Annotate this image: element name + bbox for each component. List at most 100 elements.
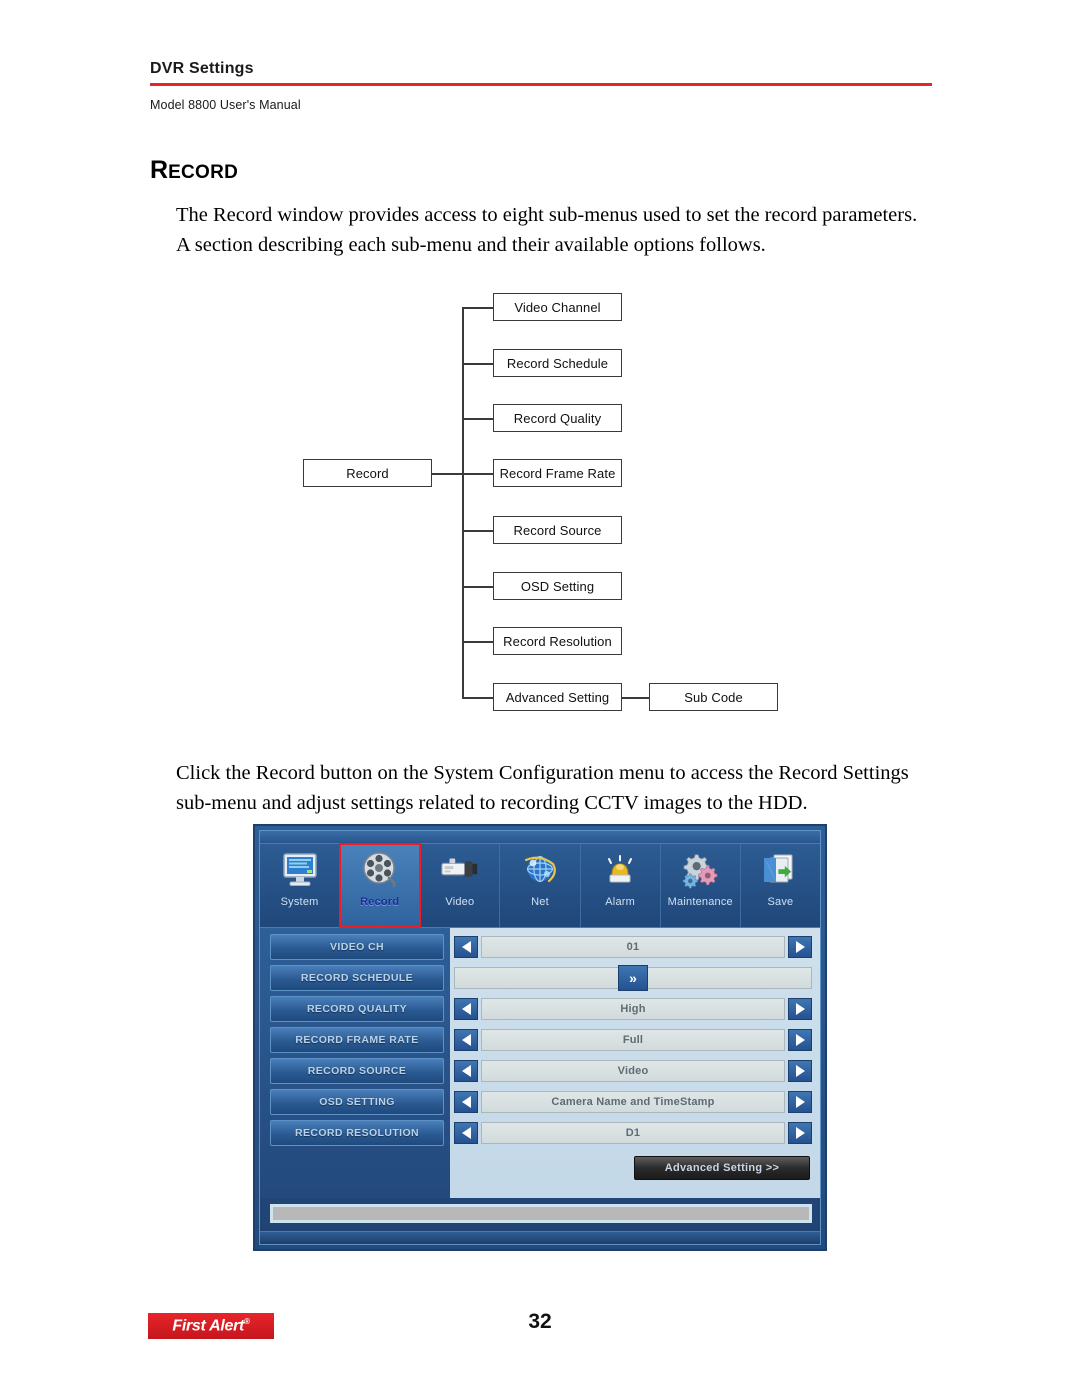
tree-connector-spine: [462, 307, 464, 697]
value-row-record-resolution: D1: [454, 1120, 812, 1146]
intro-line-2: A section describing each sub-menu and t…: [176, 234, 766, 256]
value-osd-setting[interactable]: Camera Name and TimeStamp: [481, 1091, 785, 1113]
dvr-settings-area: VIDEO CH RECORD SCHEDULE RECORD QUALITY …: [260, 928, 820, 1198]
toolbar-item-maintenance[interactable]: Maintenance: [661, 844, 741, 927]
next-arrow-record-quality[interactable]: [788, 998, 812, 1020]
value-row-record-quality: High: [454, 996, 812, 1022]
left-triangle-icon: [461, 1034, 471, 1046]
value-record-frame-rate[interactable]: Full: [481, 1029, 785, 1051]
menu-button-video-ch[interactable]: VIDEO CH: [270, 934, 444, 960]
toolbar-label-system: System: [280, 896, 319, 908]
left-triangle-icon: [461, 1096, 471, 1108]
access-paragraph: Click the Record button on the System Co…: [176, 758, 966, 818]
tree-connector-child-8: [462, 697, 493, 699]
menu-button-record-quality[interactable]: RECORD QUALITY: [270, 996, 444, 1022]
left-triangle-icon: [461, 941, 471, 953]
left-triangle-icon: [461, 1065, 471, 1077]
tree-node-root: Record: [303, 459, 432, 487]
toolbar-label-record: Record: [360, 896, 400, 908]
section-heading-record: RECORD: [150, 158, 238, 183]
tree-node-advanced-setting: Advanced Setting: [493, 683, 622, 711]
toolbar-item-alarm[interactable]: Alarm: [581, 844, 661, 927]
left-triangle-icon: [461, 1003, 471, 1015]
camera-icon: [438, 848, 482, 892]
page-number: 32: [528, 1310, 552, 1333]
tree-connector-child-6: [462, 586, 493, 588]
dvr-menu-column: VIDEO CH RECORD SCHEDULE RECORD QUALITY …: [260, 928, 450, 1198]
dvr-record-settings-screenshot: System Record Video Net Alarm Maintenanc…: [253, 824, 827, 1251]
prev-arrow-record-source[interactable]: [454, 1060, 478, 1082]
dvr-settings-body: VIDEO CH RECORD SCHEDULE RECORD QUALITY …: [260, 928, 820, 1231]
tree-node-osd-setting: OSD Setting: [493, 572, 622, 600]
toolbar-label-net: Net: [531, 896, 549, 908]
access-line-2: sub-menu and adjust settings related to …: [176, 792, 808, 814]
tree-connector-child-4: [462, 473, 493, 475]
right-triangle-icon: [795, 1065, 805, 1077]
toolbar-item-record[interactable]: Record: [339, 843, 422, 928]
right-triangle-icon: [795, 1034, 805, 1046]
toolbar-item-system[interactable]: System: [260, 844, 341, 927]
page-title: DVR Settings: [150, 60, 254, 77]
toolbar-label-alarm: Alarm: [605, 896, 635, 908]
tree-connector-child-3: [462, 418, 493, 420]
right-triangle-icon: [795, 1127, 805, 1139]
tree-connector-child-1: [462, 307, 493, 309]
next-arrow-record-frame-rate[interactable]: [788, 1029, 812, 1051]
left-triangle-icon: [461, 1127, 471, 1139]
value-row-record-source: Video: [454, 1058, 812, 1084]
next-arrow-video-ch[interactable]: [788, 936, 812, 958]
record-schedule-expand-button[interactable]: »: [618, 965, 648, 991]
menu-button-record-resolution[interactable]: RECORD RESOLUTION: [270, 1120, 444, 1146]
globe-network-icon: [518, 848, 562, 892]
intro-paragraph: The Record window provides access to eig…: [176, 200, 966, 260]
dvr-title-bar: [260, 831, 820, 844]
page-header: DVR Settings Model 8800 User's Manual: [150, 60, 932, 112]
dvr-toolbar: System Record Video Net Alarm Maintenanc…: [260, 843, 820, 928]
toolbar-item-net[interactable]: Net: [500, 844, 581, 927]
value-record-quality[interactable]: High: [481, 998, 785, 1020]
tree-node-record-resolution: Record Resolution: [493, 627, 622, 655]
menu-button-record-source[interactable]: RECORD SOURCE: [270, 1058, 444, 1084]
save-document-icon: [758, 848, 802, 892]
value-record-source[interactable]: Video: [481, 1060, 785, 1082]
toolbar-label-maintenance: Maintenance: [667, 896, 733, 908]
section-heading-remainder: ECORD: [168, 162, 239, 183]
advanced-setting-row: Advanced Setting >>: [454, 1151, 812, 1180]
toolbar-item-video[interactable]: Video: [420, 844, 501, 927]
dvr-bottom-bar: [260, 1231, 820, 1244]
tree-connector-child-2: [462, 363, 493, 365]
next-arrow-record-source[interactable]: [788, 1060, 812, 1082]
intro-line-1: The Record window provides access to eig…: [176, 204, 918, 226]
tree-node-record-source: Record Source: [493, 516, 622, 544]
menu-button-record-schedule[interactable]: RECORD SCHEDULE: [270, 965, 444, 991]
tree-node-record-schedule: Record Schedule: [493, 349, 622, 377]
siren-icon: [598, 848, 642, 892]
next-arrow-record-resolution[interactable]: [788, 1122, 812, 1144]
prev-arrow-record-frame-rate[interactable]: [454, 1029, 478, 1051]
prev-arrow-record-quality[interactable]: [454, 998, 478, 1020]
value-row-record-frame-rate: Full: [454, 1027, 812, 1053]
value-record-resolution[interactable]: D1: [481, 1122, 785, 1144]
dvr-value-column: 01 » High Full Video Camera Name and Tim…: [450, 928, 820, 1198]
menu-button-osd-setting[interactable]: OSD SETTING: [270, 1089, 444, 1115]
value-video-ch[interactable]: 01: [481, 936, 785, 958]
prev-arrow-video-ch[interactable]: [454, 936, 478, 958]
next-arrow-osd-setting[interactable]: [788, 1091, 812, 1113]
prev-arrow-record-resolution[interactable]: [454, 1122, 478, 1144]
right-triangle-icon: [795, 1096, 805, 1108]
access-line-1: Click the Record button on the System Co…: [176, 762, 909, 784]
tree-connector-child-7: [462, 641, 493, 643]
record-menu-tree-diagram: Record Video Channel Record Schedule Rec…: [0, 285, 1080, 715]
section-heading-initial: R: [150, 156, 169, 184]
advanced-setting-button[interactable]: Advanced Setting >>: [634, 1156, 810, 1180]
manual-subtitle: Model 8800 User's Manual: [150, 98, 301, 112]
tree-connector-child-5: [462, 530, 493, 532]
menu-button-record-frame-rate[interactable]: RECORD FRAME RATE: [270, 1027, 444, 1053]
dvr-status-panel: [270, 1204, 812, 1223]
tree-node-sub-code: Sub Code: [649, 683, 778, 711]
film-reel-icon: [358, 848, 402, 892]
right-triangle-icon: [795, 1003, 805, 1015]
value-row-osd-setting: Camera Name and TimeStamp: [454, 1089, 812, 1115]
prev-arrow-osd-setting[interactable]: [454, 1091, 478, 1113]
toolbar-item-save[interactable]: Save: [741, 844, 820, 927]
